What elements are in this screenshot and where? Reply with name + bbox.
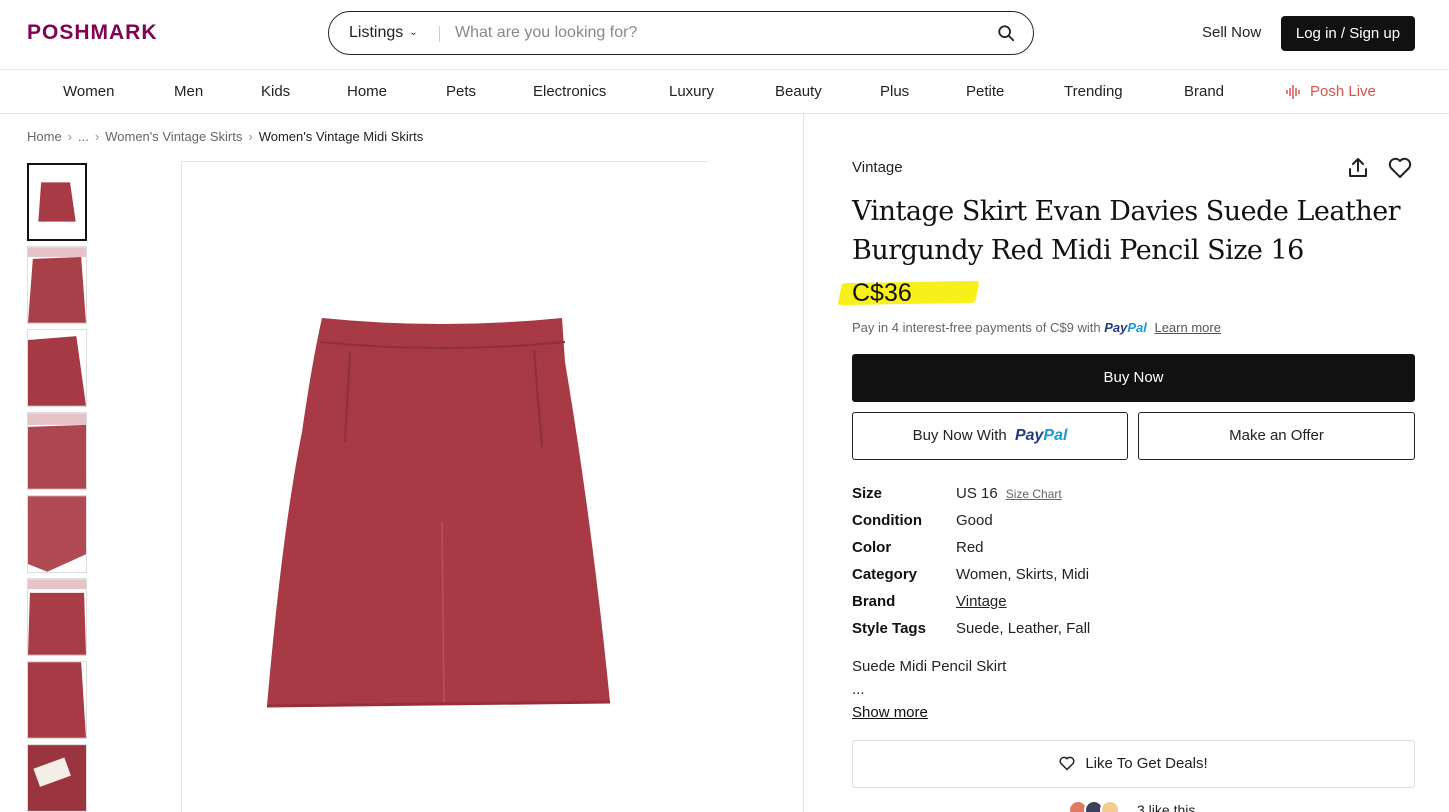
attr-brand-key: Brand [852, 593, 896, 610]
attr-brand-link[interactable]: Vintage [956, 593, 1007, 610]
attr-size-key: Size [852, 485, 883, 502]
attr-style-tags-key: Style Tags [852, 620, 926, 637]
thumbnail-3[interactable] [27, 329, 87, 407]
likes-count: 3 like this [1137, 802, 1196, 812]
chevron-right-icon: › [94, 129, 100, 144]
thumbnail-2[interactable] [27, 246, 87, 324]
nav-item-brand[interactable]: Brand [1184, 83, 1224, 100]
heart-icon[interactable] [1388, 157, 1412, 179]
posh-live-label: Posh Live [1310, 83, 1376, 100]
skirt-thumbnail-image [28, 496, 86, 572]
breadcrumb: Home ›... › Women's Vintage Skirts › Women's … [27, 129, 423, 144]
nav-item-beauty[interactable]: Beauty [775, 83, 822, 100]
description-ellipsis: ... [852, 681, 865, 698]
nav-item-home[interactable]: Home [347, 83, 387, 100]
learn-more-link[interactable]: Learn more [1154, 320, 1220, 335]
nav-item-posh-live[interactable]: Posh Live [1286, 83, 1376, 100]
attr-size-value: US 16 Size Chart [956, 485, 1062, 502]
skirt-thumbnail-image [28, 247, 86, 323]
attr-condition-key: Condition [852, 512, 922, 529]
nav-item-plus[interactable]: Plus [880, 83, 909, 100]
size-chart-link[interactable]: Size Chart [1006, 487, 1062, 501]
attr-category-value: Women, Skirts, Midi [956, 566, 1090, 583]
breadcrumb-vintage-skirts[interactable]: Women's Vintage Skirts [105, 129, 242, 144]
attr-color-key: Color [852, 539, 892, 556]
nav-item-petite[interactable]: Petite [966, 83, 1004, 100]
search-icon[interactable] [997, 24, 1015, 42]
search-separator [439, 26, 440, 42]
skirt-main-image [182, 162, 709, 812]
main-product-image[interactable] [181, 161, 709, 812]
attr-condition-value: Good [956, 512, 993, 529]
thumbnail-5[interactable] [27, 495, 87, 573]
like-to-get-deals-label: Like To Get Deals! [1085, 755, 1208, 772]
buy-now-with-label: Buy Now With [912, 427, 1007, 444]
skirt-thumbnail-image [28, 745, 86, 811]
heart-icon [1059, 756, 1075, 770]
like-to-get-deals-button[interactable]: Like To Get Deals! [852, 740, 1415, 788]
product-description: Suede Midi Pencil Skirt [852, 658, 1007, 675]
installments-info: Pay in 4 interest-free payments of C$9 w… [852, 320, 1221, 335]
paypal-logo: PayPal [1014, 427, 1068, 444]
nav-item-women[interactable]: Women [63, 83, 114, 100]
nav-item-luxury[interactable]: Luxury [669, 83, 714, 100]
attr-category-key: Category [852, 566, 918, 583]
poshmark-logo[interactable]: POSHMARK [27, 21, 158, 45]
avatar [1100, 800, 1120, 812]
nav-item-trending[interactable]: Trending [1064, 83, 1123, 100]
buy-now-button[interactable]: Buy Now [852, 354, 1415, 402]
category-nav: Women Men Kids Home Pets Electronics Lux… [0, 70, 1449, 114]
breadcrumb-current[interactable]: Women's Vintage Midi Skirts [259, 129, 424, 144]
installments-text: Pay in 4 interest-free payments of C$9 w… [852, 320, 1101, 335]
make-offer-button[interactable]: Make an Offer [1138, 412, 1415, 460]
breadcrumb-home[interactable]: Home [27, 129, 62, 144]
skirt-thumbnail-image [29, 165, 85, 239]
show-more-link[interactable]: Show more [852, 704, 928, 721]
attr-style-tags-value: Suede, Leather, Fall [956, 620, 1091, 637]
chevron-right-icon: › [67, 129, 73, 144]
skirt-thumbnail-image [28, 413, 86, 489]
skirt-thumbnail-image [28, 330, 86, 406]
thumbnail-4[interactable] [27, 412, 87, 490]
nav-item-electronics[interactable]: Electronics [533, 83, 606, 100]
chevron-right-icon: › [248, 129, 253, 144]
search-category-label: Listings [349, 24, 404, 41]
search-bar[interactable]: Listings ⌄ [328, 11, 1034, 55]
skirt-thumbnail-image [28, 662, 86, 738]
buy-now-paypal-button[interactable]: Buy Now With PayPal [852, 412, 1128, 460]
thumbnail-8[interactable] [27, 744, 87, 812]
thumbnail-1[interactable] [27, 163, 87, 241]
skirt-thumbnail-image [28, 579, 86, 655]
paypal-logo: PayPal [1104, 320, 1147, 335]
product-title: Vintage Skirt Evan Davies Suede Leather … [852, 196, 1401, 266]
column-divider [803, 114, 804, 812]
live-audio-icon [1286, 85, 1300, 100]
header: POSHMARK Listings ⌄ Sell Now Log in / Sig… [0, 0, 1449, 70]
nav-item-kids[interactable]: Kids [261, 83, 290, 100]
nav-item-men[interactable]: Men [174, 83, 203, 100]
chevron-down-icon: ⌄ [409, 27, 418, 38]
thumbnail-6[interactable] [27, 578, 87, 656]
share-icon[interactable] [1347, 157, 1369, 179]
breadcrumb-ellipsis[interactable]: ... [78, 129, 89, 144]
thumbnail-7[interactable] [27, 661, 87, 739]
liker-avatars [1068, 800, 1128, 812]
brand-label[interactable]: Vintage [852, 159, 903, 176]
search-category-dropdown[interactable]: Listings ⌄ [349, 24, 418, 42]
attr-color-value: Red [956, 539, 984, 556]
search-input[interactable] [455, 20, 975, 46]
nav-item-pets[interactable]: Pets [446, 83, 476, 100]
product-price: C$36 [852, 279, 912, 307]
login-signup-button[interactable]: Log in / Sign up [1281, 16, 1415, 51]
sell-now-link[interactable]: Sell Now [1202, 24, 1261, 41]
